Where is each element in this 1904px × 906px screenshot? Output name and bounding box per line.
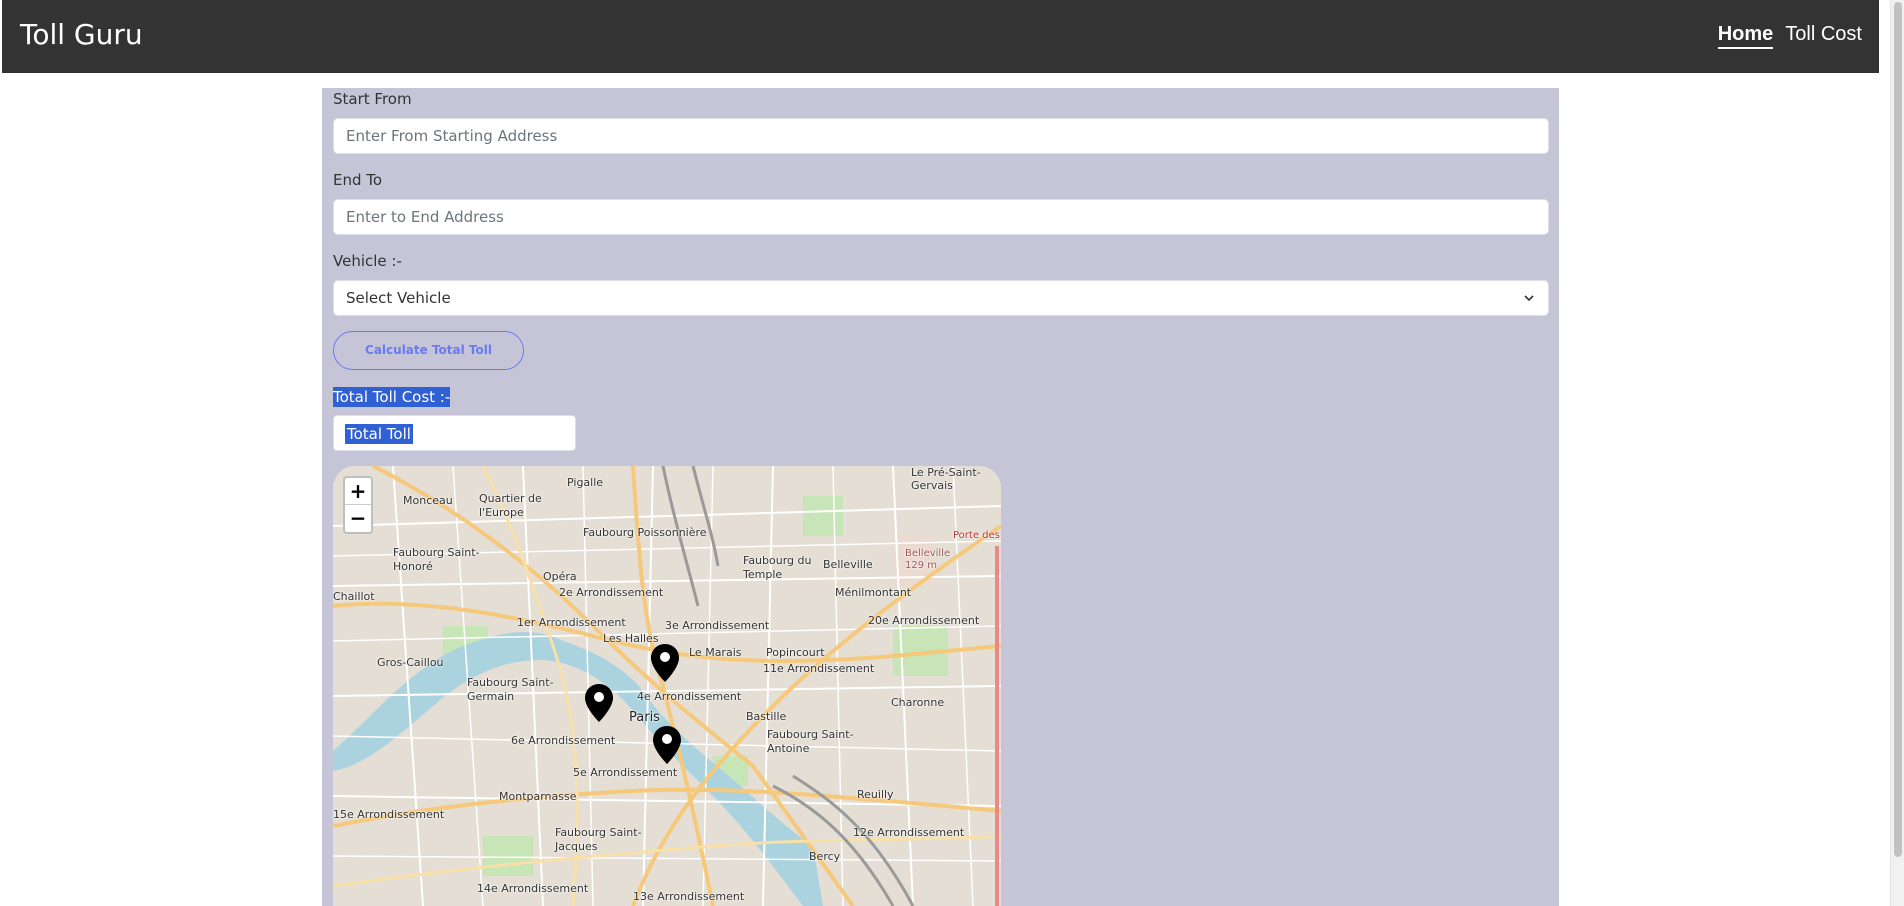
map-label: 20e Arrondissement xyxy=(868,614,980,627)
toll-form-panel: Start From End To Vehicle :- Select Vehi… xyxy=(322,88,1559,906)
map-label: Faubourg du Temple xyxy=(743,554,812,581)
map-label: 3e Arrondissement xyxy=(665,619,770,632)
calculate-total-toll-button[interactable]: Calculate Total Toll xyxy=(333,331,524,370)
chevron-down-icon xyxy=(1524,295,1534,302)
map-label: Monceau xyxy=(403,494,453,507)
map-label: Faubourg Saint-Honoré xyxy=(393,546,480,573)
nav-toll-cost-link[interactable]: Toll Cost xyxy=(1785,23,1862,49)
map-marker-icon[interactable] xyxy=(653,726,681,764)
map-zoom-control: + − xyxy=(343,476,373,534)
map-label: Montparnasse xyxy=(499,790,577,803)
total-toll-cost-label: Total Toll Cost :- xyxy=(333,387,451,407)
map-label: Gros-Caillou xyxy=(377,656,444,669)
vehicle-label: Vehicle :- xyxy=(333,252,402,270)
navbar: Toll Guru Home Toll Cost xyxy=(2,0,1879,73)
start-address-field[interactable] xyxy=(333,118,1549,154)
map-marker-icon[interactable] xyxy=(585,684,613,722)
map-label: 4e Arrondissement xyxy=(637,690,742,703)
end-label: End To xyxy=(333,171,383,189)
map-label: 5e Arrondissement xyxy=(573,766,678,779)
map-label: Bercy xyxy=(809,850,841,863)
start-address-input[interactable] xyxy=(346,119,1548,153)
scrollbar-thumb[interactable] xyxy=(1894,2,1902,857)
map-label: Pigalle xyxy=(567,476,604,489)
map-label: 2e Arrondissement xyxy=(559,586,664,599)
map-label: 15e Arrondissement xyxy=(333,808,445,821)
vehicle-selected-value: Select Vehicle xyxy=(346,289,451,307)
route-map[interactable]: Pigalle Monceau Quartier de l'Europe Fau… xyxy=(333,466,1001,906)
map-label: Porte des Lilas xyxy=(953,530,1001,541)
map-label: Belleville 129 m xyxy=(905,548,951,571)
map-label: Chaillot xyxy=(333,590,375,603)
map-label: Ménilmontant xyxy=(835,586,912,599)
map-label: Reuilly xyxy=(857,788,894,801)
map-label: Bastille xyxy=(746,710,787,723)
map-label: Charonne xyxy=(891,696,945,709)
map-label: Belleville xyxy=(823,558,873,571)
zoom-in-button[interactable]: + xyxy=(345,478,371,505)
end-address-field[interactable] xyxy=(333,199,1549,235)
page-scrollbar[interactable] xyxy=(1890,0,1904,906)
map-label: Faubourg Poissonnière xyxy=(583,526,707,539)
map-label: Popincourt xyxy=(766,646,825,659)
brand-logo[interactable]: Toll Guru xyxy=(20,18,143,51)
map-label: Le Marais xyxy=(689,646,742,659)
total-toll-output[interactable]: Total Toll xyxy=(333,415,576,451)
map-label: 13e Arrondissement xyxy=(633,890,745,903)
map-label: 11e Arrondissement xyxy=(763,662,875,675)
vehicle-select[interactable]: Select Vehicle xyxy=(333,280,1549,316)
map-label: Faubourg Saint-Jacques xyxy=(555,826,642,853)
map-label: Opéra xyxy=(543,570,577,583)
map-label: Faubourg Saint-Antoine xyxy=(767,728,854,755)
start-label: Start From xyxy=(333,90,412,108)
map-label: 12e Arrondissement xyxy=(853,826,965,839)
map-label: 6e Arrondissement xyxy=(511,734,616,747)
nav-home-link[interactable]: Home xyxy=(1717,23,1774,49)
total-toll-value: Total Toll xyxy=(345,424,413,444)
map-label: 14e Arrondissement xyxy=(477,882,589,895)
map-label: 1er Arrondissement xyxy=(517,616,626,629)
map-label: Faubourg Saint-Germain xyxy=(467,676,554,703)
map-label: Quartier de l'Europe xyxy=(479,492,542,519)
zoom-out-button[interactable]: − xyxy=(345,505,371,532)
map-label: Le Pré-Saint-Gervais xyxy=(911,466,981,492)
map-label: Paris xyxy=(629,710,660,725)
end-address-input[interactable] xyxy=(346,200,1548,234)
map-marker-icon[interactable] xyxy=(651,644,679,682)
nav-links: Home Toll Cost xyxy=(1717,23,1862,49)
